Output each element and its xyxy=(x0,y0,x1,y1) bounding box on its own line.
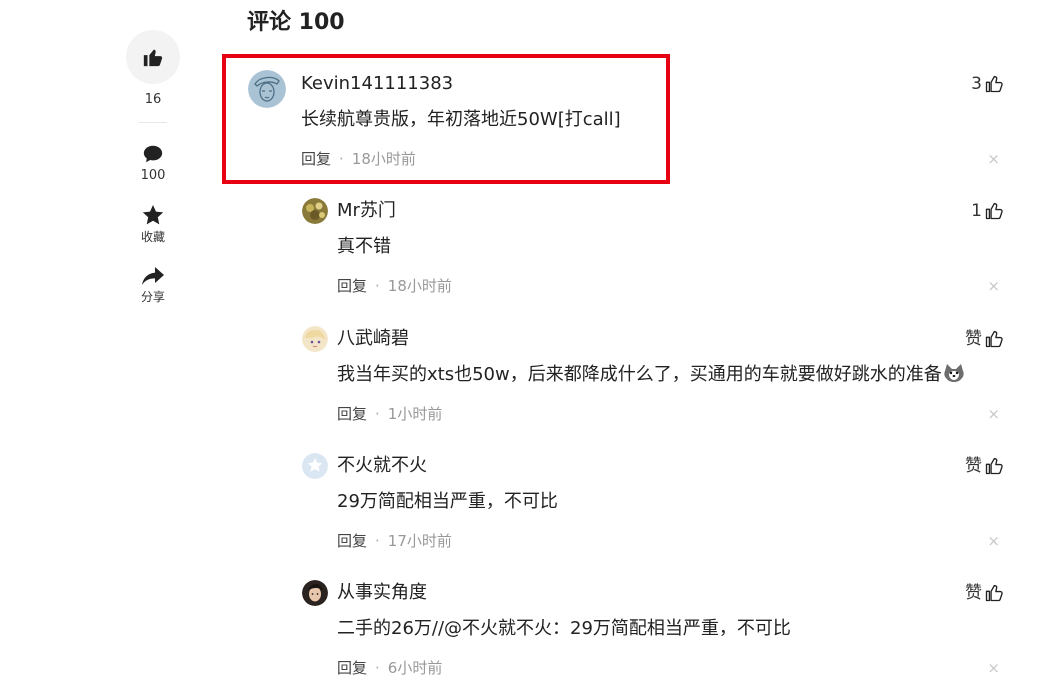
comment-text: 二手的26万//@不火就不火：29万简配相当严重，不可比 xyxy=(337,618,791,639)
comments-page: 16 100 收藏 分享 评论 100 Kevin141111383 长续航尊贵… xyxy=(0,0,1054,696)
action-sidebar: 16 100 收藏 分享 xyxy=(126,30,180,305)
reply-button[interactable]: 回复 xyxy=(337,405,367,423)
comment-time: 6小时前 xyxy=(387,659,443,677)
thumbs-up-outline-icon xyxy=(985,330,1003,348)
highlight-frame xyxy=(222,54,670,184)
collect-action[interactable]: 收藏 xyxy=(126,203,180,245)
comment-count: 100 xyxy=(140,168,166,183)
comment-action[interactable]: 100 xyxy=(126,143,180,183)
comment-like-count: 3 xyxy=(971,74,982,94)
comment-like-count: 赞 xyxy=(965,456,982,476)
comment-username[interactable]: 从事实角度 xyxy=(337,581,427,605)
reply-item: 不火就不火 29万简配相当严重，不可比 回复 · 17小时前 赞 × xyxy=(302,453,1004,558)
comment-text: 真不错 xyxy=(337,236,391,257)
comment-time: 18小时前 xyxy=(387,277,452,295)
star-icon xyxy=(142,205,164,225)
meta-separator: · xyxy=(375,532,380,550)
meta-separator: · xyxy=(375,659,380,677)
reply-item: 从事实角度 二手的26万//@不火就不火：29万简配相当严重，不可比 回复 · 6小… xyxy=(302,580,1004,685)
comment-like-button[interactable]: 1 xyxy=(971,200,1004,222)
share-arrow-icon xyxy=(142,267,164,285)
comment-text-content: 我当年买的xts也50w，后来都降成什么了，买通用的车就要做好跳水的准备 xyxy=(337,364,942,385)
comment-like-count: 赞 xyxy=(965,329,982,349)
comment-meta: 回复 · 17小时前 xyxy=(337,531,452,551)
close-icon[interactable]: × xyxy=(987,406,1000,422)
avatar[interactable] xyxy=(302,326,328,352)
comment-like-button[interactable]: 3 xyxy=(971,73,1004,95)
share-label: 分享 xyxy=(140,290,165,304)
thumbs-up-outline-icon xyxy=(985,584,1003,602)
comment-like-button[interactable]: 赞 xyxy=(965,455,1004,477)
reply-item: Mr苏门 真不错 回复 · 18小时前 1 × xyxy=(302,198,1004,303)
reply-button[interactable]: 回复 xyxy=(337,277,367,295)
comment-like-button[interactable]: 赞 xyxy=(965,582,1004,604)
comment-meta: 回复 · 18小时前 xyxy=(337,276,452,296)
comment-meta: 回复 · 1小时前 xyxy=(337,404,442,424)
comment-time: 17小时前 xyxy=(387,532,452,550)
meta-separator: · xyxy=(375,405,380,423)
comment-username[interactable]: 不火就不火 xyxy=(337,454,427,478)
comment-bubble-icon xyxy=(143,145,163,163)
avatar[interactable] xyxy=(302,453,328,479)
close-icon[interactable]: × xyxy=(987,660,1000,676)
reply-item: 八武崎碧 我当年买的xts也50w，后来都降成什么了，买通用的车就要做好跳水的准… xyxy=(302,326,1004,431)
comment-username[interactable]: Mr苏门 xyxy=(337,199,396,223)
like-button[interactable] xyxy=(126,30,180,84)
default-avatar-icon xyxy=(302,453,328,479)
avatar[interactable] xyxy=(302,580,328,606)
comment-text: 29万简配相当严重，不可比 xyxy=(337,491,558,512)
close-icon[interactable]: × xyxy=(987,533,1000,549)
avatar-anime-icon xyxy=(302,326,328,352)
husky-emoji-icon xyxy=(943,363,965,390)
close-icon[interactable]: × xyxy=(987,151,1000,167)
reply-button[interactable]: 回复 xyxy=(337,532,367,550)
meta-separator: · xyxy=(375,277,380,295)
thumbs-up-outline-icon xyxy=(985,202,1003,220)
comment-time: 1小时前 xyxy=(387,405,443,423)
comment-username[interactable]: 八武崎碧 xyxy=(337,327,409,351)
thumbs-up-outline-icon xyxy=(985,457,1003,475)
comment-meta: 回复 · 6小时前 xyxy=(337,658,442,678)
comment-text: 我当年买的xts也50w，后来都降成什么了，买通用的车就要做好跳水的准备 xyxy=(337,363,965,390)
comments-title: 评论 100 xyxy=(247,10,345,35)
collect-label: 收藏 xyxy=(140,230,165,244)
comment-like-count: 赞 xyxy=(965,583,982,603)
avatar[interactable] xyxy=(302,198,328,224)
thumbs-up-outline-icon xyxy=(985,75,1003,93)
thumbs-up-icon xyxy=(143,49,163,67)
like-count: 16 xyxy=(144,92,162,107)
reply-button[interactable]: 回复 xyxy=(337,659,367,677)
avatar-portrait-icon xyxy=(302,580,328,606)
share-action[interactable]: 分享 xyxy=(126,265,180,305)
avatar-photo-icon xyxy=(302,198,328,224)
sidebar-divider xyxy=(139,122,167,123)
comment-like-count: 1 xyxy=(971,201,982,221)
comment-like-button[interactable]: 赞 xyxy=(965,328,1004,350)
close-icon[interactable]: × xyxy=(987,278,1000,294)
